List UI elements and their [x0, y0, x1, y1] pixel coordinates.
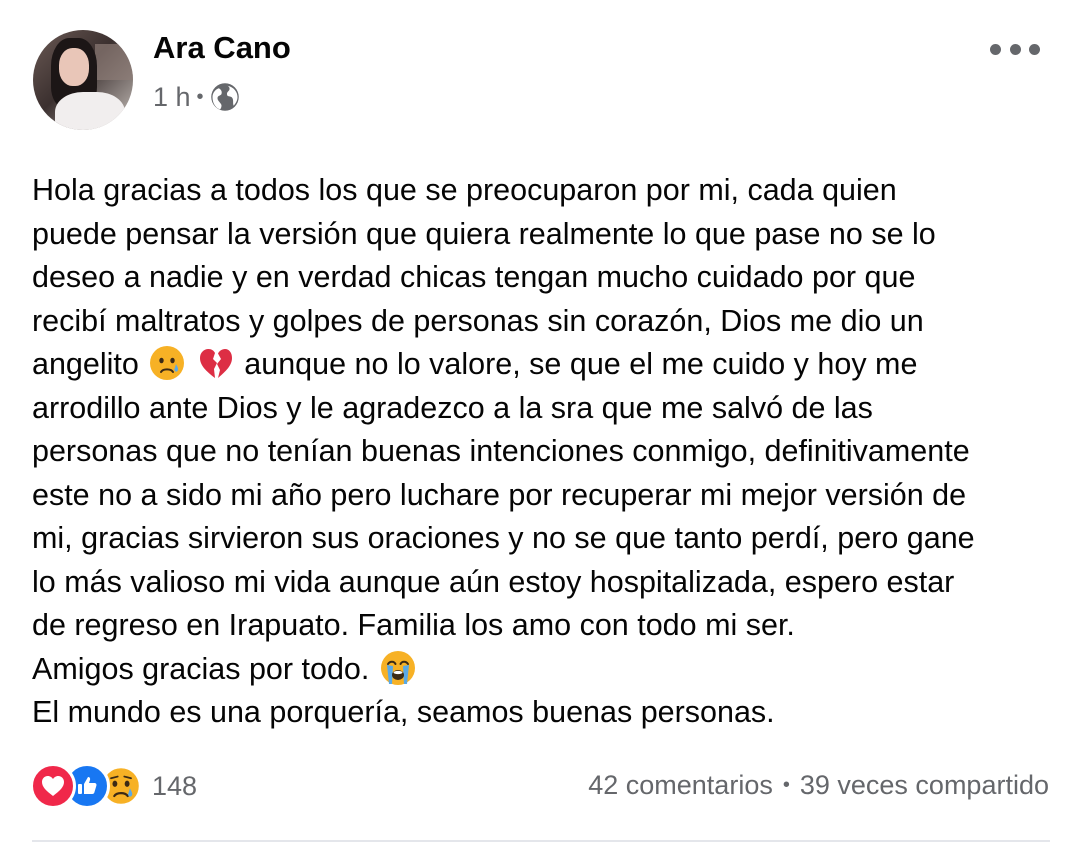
post-text-line: mi, gracias sirvieron sus oraciones y no…: [32, 521, 975, 555]
post-body: Hola gracias a todos los que se preocupa…: [32, 169, 1062, 735]
post-text-line: recibí maltratos y golpes de personas si…: [32, 303, 924, 338]
more-dot: [990, 43, 1001, 55]
post-time[interactable]: 1 h: [153, 82, 191, 113]
post-text-line: lo más valioso mi vida aunque aún estoy …: [32, 564, 955, 599]
facebook-post: Ara Cano 1 h • Hola gracias a todos los …: [0, 0, 1080, 855]
post-text-line: de regreso en Irapuato. Familia los amo …: [32, 608, 795, 642]
post-meta: 1 h •: [153, 80, 240, 114]
post-text-line: Hola gracias a todos los que se preocupa…: [32, 173, 897, 207]
post-text-segment: angelito: [32, 347, 139, 381]
more-dot: [1009, 43, 1021, 55]
loudly-crying-emoji: [380, 650, 416, 686]
divider: [32, 840, 1050, 842]
author-avatar[interactable]: [33, 30, 133, 130]
more-dot: [1029, 43, 1040, 55]
post-stats: 42 comentarios • 39 veces compartido: [588, 770, 1049, 801]
love-reaction-icon: [30, 763, 76, 809]
reaction-count: 148: [152, 770, 198, 801]
post-text-line: personas que no tenían buenas intencione…: [32, 434, 970, 468]
avatar-shirt: [55, 92, 125, 130]
globe-icon[interactable]: [210, 82, 240, 112]
broken-heart-emoji: [198, 345, 234, 381]
stats-separator: •: [782, 774, 790, 796]
avatar-face: [59, 48, 89, 86]
post-text-line: El mundo es una porquería, seamos buenas…: [32, 695, 775, 729]
comments-count-link[interactable]: 42 comentarios: [588, 770, 773, 801]
post-text-line: Amigos gracias por todo.: [32, 648, 1062, 692]
author-name[interactable]: Ara Cano: [153, 30, 291, 66]
post-text-segment: Amigos gracias por todo.: [32, 651, 370, 686]
meta-separator: •: [196, 85, 204, 108]
post-text-line: este no a sido mi año pero luchare por r…: [32, 477, 967, 512]
reactions-summary[interactable]: 148: [30, 763, 198, 809]
post-text-line: deseo a nadie y en verdad chicas tengan …: [32, 260, 916, 294]
shares-count-link[interactable]: 39 veces compartido: [800, 770, 1049, 801]
post-text-line: angelito aunque no lo valore, se que el …: [32, 343, 1062, 387]
avatar-background: [95, 44, 133, 80]
post-text-line: puede pensar la versión que quiera realm…: [32, 216, 936, 251]
more-options-icon[interactable]: [990, 36, 1040, 62]
post-text-line: arrodillo ante Dios y le agradezco a la …: [32, 390, 873, 425]
sad-tear-emoji: [149, 345, 185, 381]
post-text-segment: aunque no lo valore, se que el me cuido …: [244, 347, 918, 381]
